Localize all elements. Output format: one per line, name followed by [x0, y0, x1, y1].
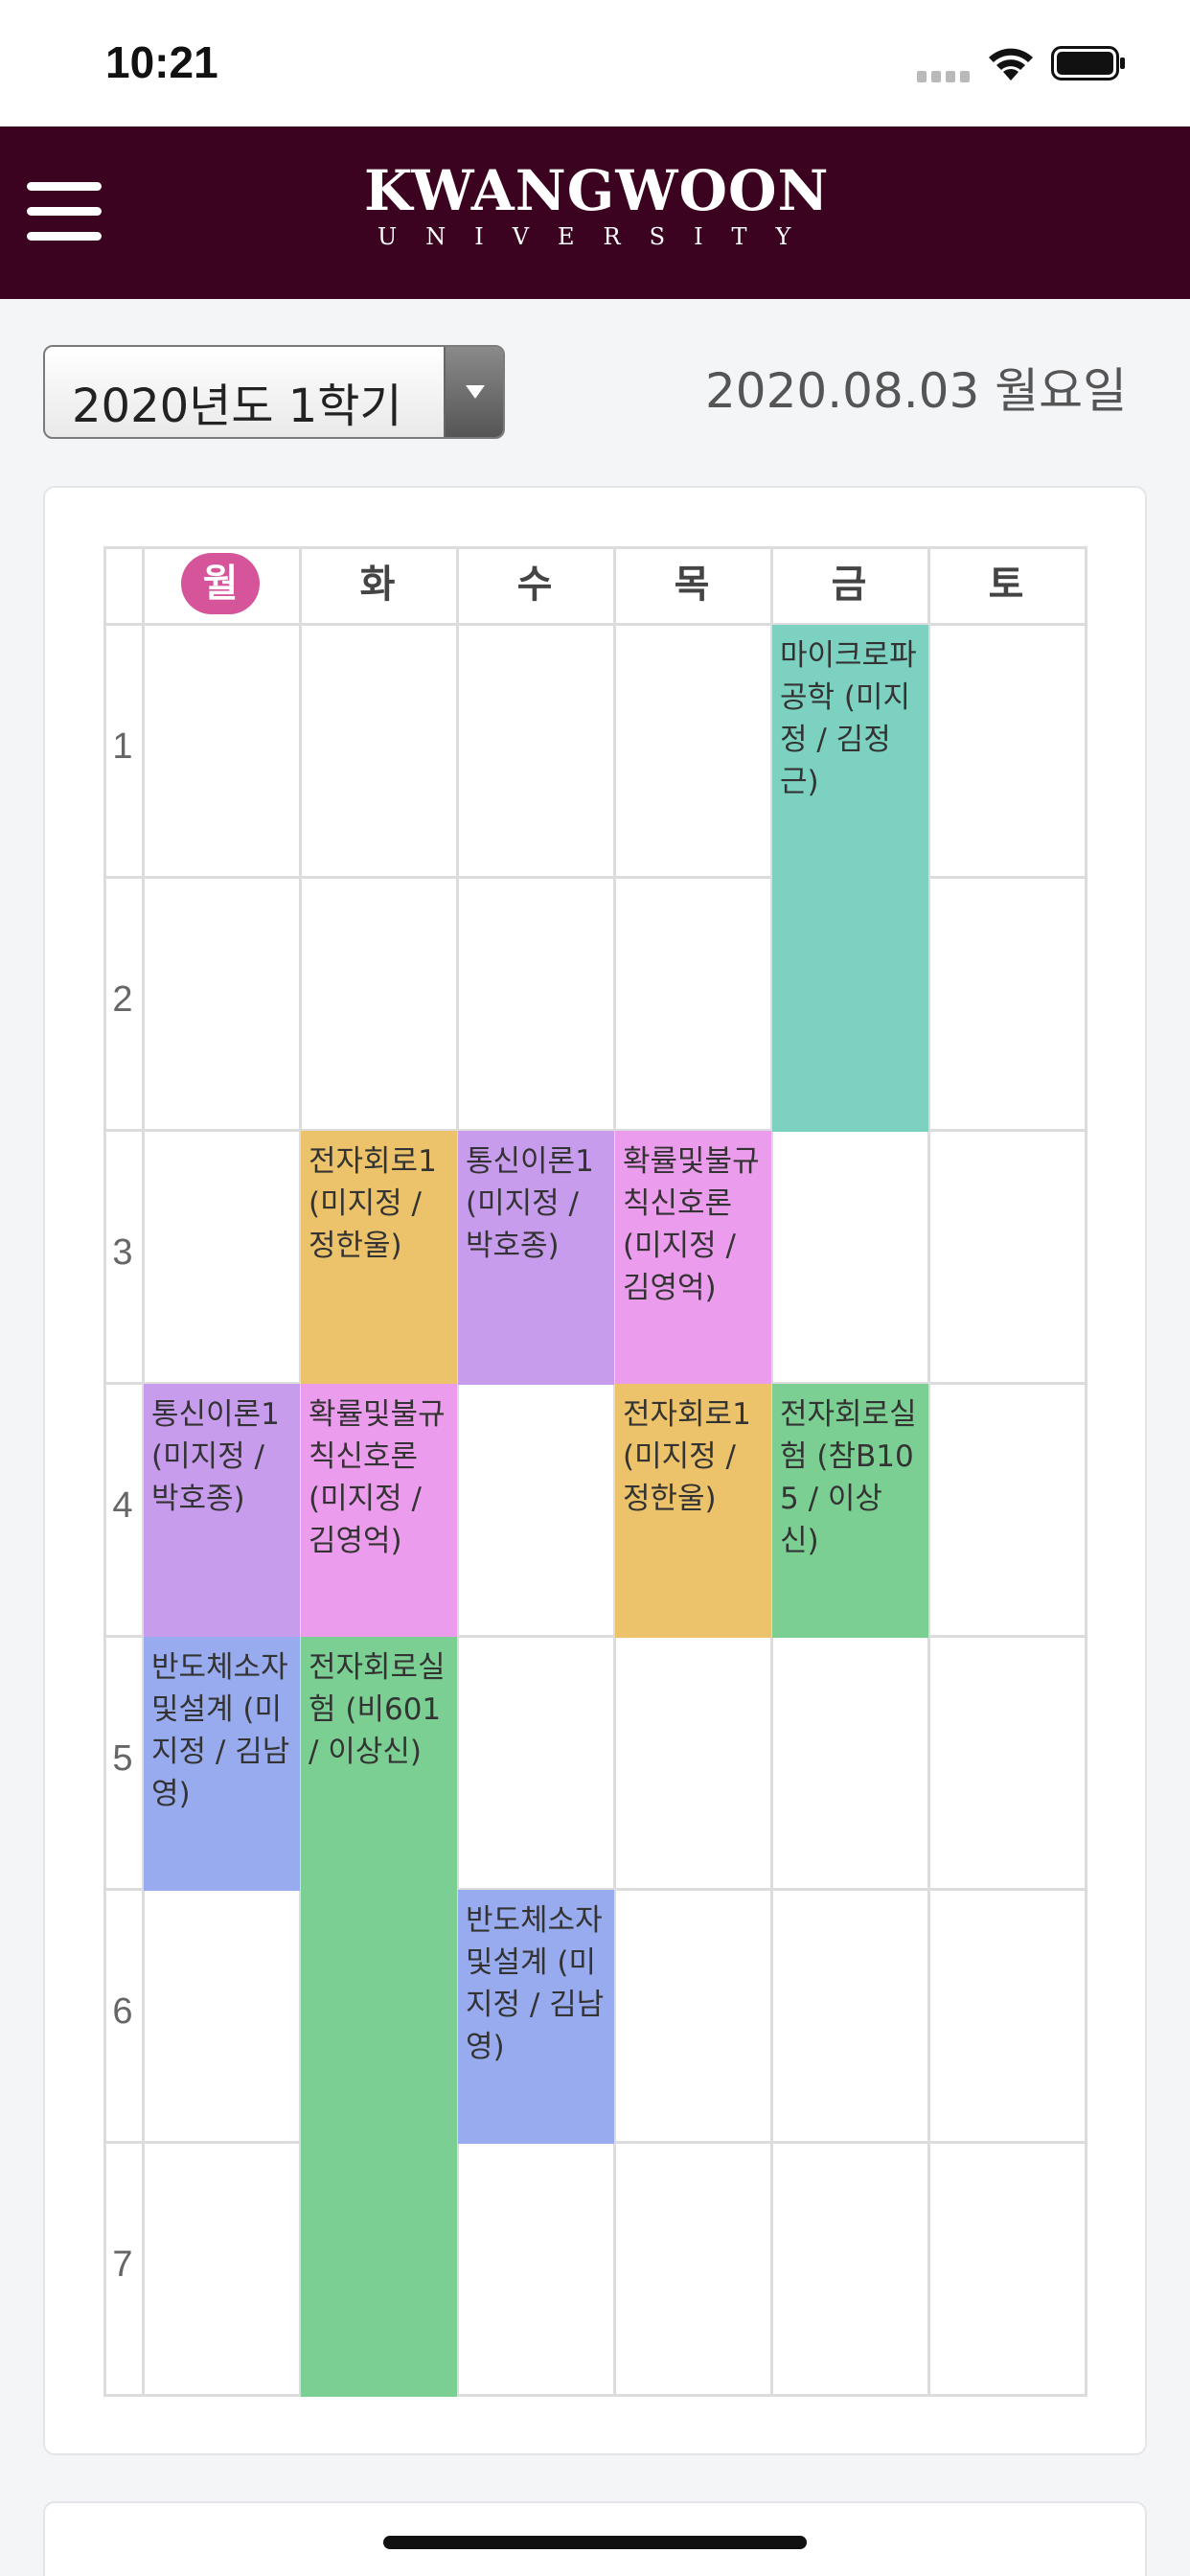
day-header: 금	[770, 546, 927, 623]
app-header: KWANGWOON UNIVERSITY	[0, 126, 1190, 299]
lecture-block[interactable]: 전자회로1 (미지정 / 정한울)	[301, 1131, 457, 1385]
lecture-block[interactable]: 전자회로실험 (비601 / 이상신)	[301, 1637, 457, 2397]
semester-select[interactable]: 2020년도 1학기	[43, 345, 505, 439]
home-indicator	[383, 2536, 807, 2549]
day-header-label: 수	[516, 563, 553, 607]
day-header-label: 월	[181, 553, 260, 614]
day-header-label: 화	[359, 563, 396, 607]
timetable-grid: 월 화 수 목 금 토 1 2 3 4 5 6 7 마이크로파공학 (미지정 / 김정근) 전자회로1 (미…	[103, 546, 1087, 2397]
hamburger-menu-icon[interactable]	[27, 182, 102, 242]
semester-selected-value: 2020년도 1학기	[72, 380, 402, 433]
lecture-block[interactable]: 마이크로파공학 (미지정 / 김정근)	[772, 625, 928, 1132]
period-label: 3	[112, 1232, 133, 1273]
period-label: 2	[112, 979, 133, 1020]
day-header: 화	[299, 546, 456, 623]
university-logo: KWANGWOON UNIVERSITY	[364, 158, 830, 251]
logo-name: KWANGWOON	[364, 158, 830, 223]
day-header-label: 목	[674, 563, 710, 607]
day-header: 목	[613, 546, 770, 623]
chevron-down-icon[interactable]	[444, 347, 503, 437]
lecture-block[interactable]: 반도체소자및설계 (미지정 / 김남영)	[144, 1637, 300, 1891]
grid-line	[103, 876, 1085, 879]
day-header-label: 금	[831, 563, 867, 607]
period-label: 4	[112, 1485, 133, 1526]
day-header: 수	[456, 546, 613, 623]
lecture-block[interactable]: 전자회로실험 (참B105 / 이상신)	[772, 1384, 928, 1638]
grid-line	[103, 546, 106, 2397]
grid-line	[103, 623, 1085, 626]
today-date: 2020.08.03 월요일	[705, 363, 1128, 419]
status-time: 10:21	[105, 37, 218, 87]
cellular-signal-icon	[917, 71, 971, 82]
status-bar: 10:21	[0, 0, 1190, 126]
lecture-block[interactable]: 확률및불규칙신호론 (미지정 / 김영억)	[301, 1384, 457, 1638]
lecture-block[interactable]: 통신이론1 (미지정 / 박호종)	[144, 1384, 300, 1638]
period-label: 1	[112, 726, 133, 767]
lecture-block[interactable]: 통신이론1 (미지정 / 박호종)	[458, 1131, 614, 1385]
period-label: 5	[112, 1738, 133, 1779]
day-header: 월	[142, 546, 299, 623]
period-label: 7	[112, 2244, 133, 2285]
period-label: 6	[112, 1991, 133, 2032]
battery-icon	[1051, 46, 1125, 80]
logo-subtitle: UNIVERSITY	[378, 223, 820, 250]
lecture-block[interactable]: 확률및불규칙신호론 (미지정 / 김영억)	[615, 1131, 771, 1385]
lecture-block[interactable]: 반도체소자및설계 (미지정 / 김남영)	[458, 1890, 614, 2144]
day-header: 토	[927, 546, 1085, 623]
grid-line	[1085, 546, 1087, 2397]
day-header-label: 토	[988, 563, 1024, 607]
lecture-block[interactable]: 전자회로1 (미지정 / 정한울)	[615, 1384, 771, 1638]
grid-line	[103, 2394, 1085, 2397]
wifi-icon	[989, 48, 1033, 80]
